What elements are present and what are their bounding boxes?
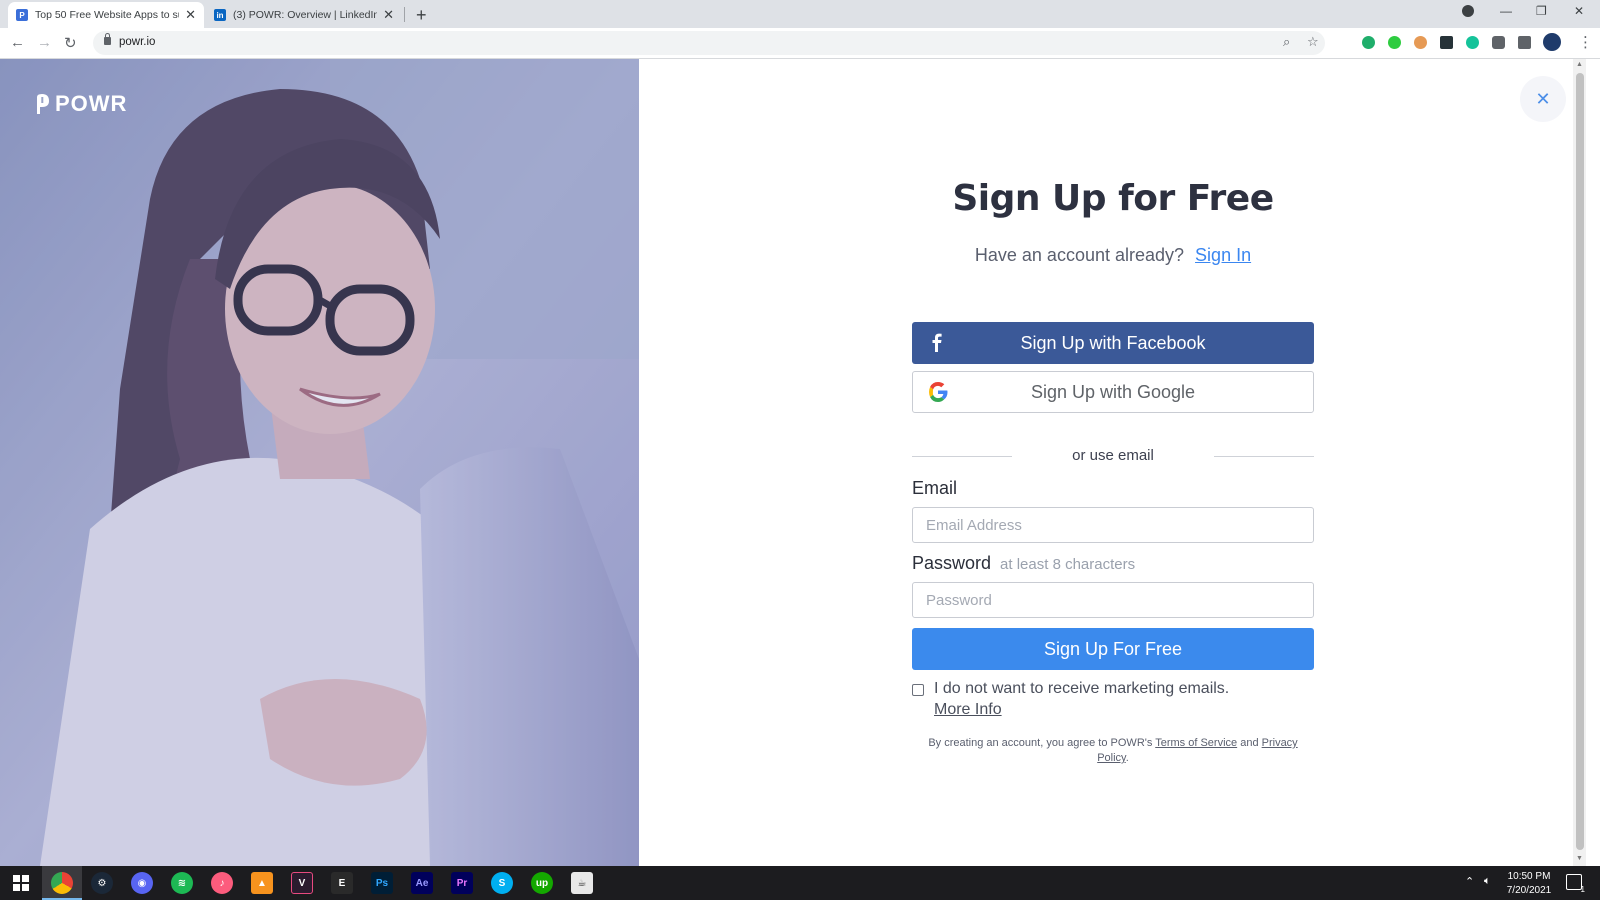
window-close-icon[interactable]: ✕ xyxy=(1574,4,1584,18)
discord-taskbar-icon[interactable]: ◉ xyxy=(131,872,153,894)
restore-icon[interactable]: ❐ xyxy=(1536,4,1547,18)
have-account-text: Have an account already? xyxy=(974,245,1185,265)
java-taskbar-icon[interactable]: ☕ xyxy=(571,872,593,894)
extension-download-icon[interactable] xyxy=(1440,36,1453,49)
google-icon xyxy=(929,382,948,402)
lock-icon xyxy=(104,33,111,45)
more-info-link[interactable]: More Info xyxy=(934,701,1002,719)
terms-notice: By creating an account, you agree to POW… xyxy=(912,736,1314,766)
facebook-button-label: Sign Up with Facebook xyxy=(1020,332,1206,353)
brand-name: POWR xyxy=(55,91,128,116)
premiere-taskbar-icon[interactable]: Pr xyxy=(451,872,473,894)
extension-grammarly-g-icon[interactable] xyxy=(1466,36,1479,49)
reload-icon[interactable]: ↻ xyxy=(64,34,77,52)
back-arrow-icon[interactable]: ← xyxy=(10,34,25,51)
password-label-row: Password at least 8 characters xyxy=(912,553,1135,574)
submit-button-label: Sign Up For Free xyxy=(1043,638,1183,659)
scroll-down-icon[interactable]: ▼ xyxy=(1576,855,1583,862)
password-hint: at least 8 characters xyxy=(1000,556,1136,573)
chrome-menu-icon[interactable]: ⋮ xyxy=(1578,33,1593,51)
page-scrollbar[interactable]: ▲ ▼ xyxy=(1573,59,1586,866)
zoom-icon[interactable]: ⌕ xyxy=(1283,34,1290,50)
notification-center-icon[interactable]: 1 xyxy=(1566,874,1585,894)
profile-avatar-icon[interactable] xyxy=(1543,33,1561,51)
email-label: Email xyxy=(912,478,958,498)
extensions-puzzle-icon[interactable] xyxy=(1492,36,1505,49)
url-text[interactable]: powr.io xyxy=(119,36,155,48)
bookmark-star-icon[interactable]: ☆ xyxy=(1307,34,1319,50)
facebook-signup-button[interactable]: Sign Up with Facebook xyxy=(912,322,1314,364)
hero-photo: POWR xyxy=(0,59,639,866)
browser-tab-linkedin[interactable]: in (3) POWR: Overview | LinkedIn ✕ xyxy=(206,2,402,28)
after-effects-taskbar-icon[interactable]: Ae xyxy=(411,872,433,894)
clock-time: 10:50 PM xyxy=(1507,871,1551,882)
email-field[interactable] xyxy=(912,507,1314,543)
volume-icon[interactable]: 🔈︎ xyxy=(1484,875,1491,888)
powr-favicon-icon: P xyxy=(16,9,28,21)
tab-separator xyxy=(404,7,405,22)
windows-taskbar: ⚙ ◉ ≋ ♪ ▲ V E Ps Ae Pr S up ☕ ⌃ 🔈︎ 10:50… xyxy=(0,866,1600,900)
taskbar-clock[interactable]: 10:50 PM 7/20/2021 xyxy=(1502,870,1556,898)
close-icon: ✕ xyxy=(1535,88,1551,109)
tab-title: (3) POWR: Overview | LinkedIn xyxy=(233,9,378,21)
browser-tab-active[interactable]: P Top 50 Free Website Apps to sup ✕ xyxy=(8,2,204,28)
password-field[interactable] xyxy=(912,582,1314,618)
minimize-icon[interactable]: — xyxy=(1500,4,1512,18)
terms-and: and xyxy=(1240,737,1259,749)
spotify-taskbar-icon[interactable]: ≋ xyxy=(171,872,193,894)
sign-up-submit-button[interactable]: Sign Up For Free xyxy=(912,628,1314,670)
extension-grammarly-icon[interactable] xyxy=(1362,36,1375,49)
tab-close-icon[interactable]: ✕ xyxy=(185,7,196,23)
terms-suffix: . xyxy=(1125,752,1129,764)
google-signup-button[interactable]: Sign Up with Google xyxy=(912,371,1314,413)
new-tab-plus-icon[interactable]: + xyxy=(416,5,427,26)
signup-form: Sign Up for Free Have an account already… xyxy=(912,178,1314,764)
clock-date: 7/20/2021 xyxy=(1506,885,1552,896)
or-divider: or use email xyxy=(912,447,1314,465)
steam-taskbar-icon[interactable]: ⚙ xyxy=(91,872,113,894)
upwork-taskbar-icon[interactable]: up xyxy=(531,872,553,894)
profile-dropdown-icon[interactable] xyxy=(1462,5,1474,17)
tab-close-icon[interactable]: ✕ xyxy=(383,7,394,23)
marketing-optout-label: I do not want to receive marketing email… xyxy=(934,680,1230,697)
forward-arrow-icon[interactable]: → xyxy=(37,34,52,51)
browser-tab-bar: P Top 50 Free Website Apps to sup ✕ in (… xyxy=(0,0,1600,28)
woman-at-laptop-illustration xyxy=(0,59,639,866)
page-title: Sign Up for Free xyxy=(952,178,1274,219)
terms-prefix: By creating an account, you agree to POW… xyxy=(928,737,1153,749)
notification-count: 1 xyxy=(1580,885,1585,894)
marketing-optout-checkbox[interactable] xyxy=(912,684,924,696)
reading-list-icon[interactable] xyxy=(1518,36,1531,49)
have-account-line: Have an account already? Sign In xyxy=(912,245,1314,266)
epic-games-taskbar-icon[interactable]: E xyxy=(331,872,353,894)
tray-chevron-icon[interactable]: ⌃ xyxy=(1465,875,1474,888)
chrome-taskbar-icon[interactable] xyxy=(51,872,73,894)
close-button[interactable]: ✕ xyxy=(1520,76,1566,122)
vectornator-taskbar-icon[interactable]: V xyxy=(291,872,313,894)
photoshop-taskbar-icon[interactable]: Ps xyxy=(371,872,393,894)
terms-of-service-link[interactable]: Terms of Service xyxy=(1155,737,1237,749)
browser-toolbar: ← → ↻ powr.io ⌕ ☆ ⋮ xyxy=(0,28,1600,59)
extension-green-icon[interactable] xyxy=(1388,36,1401,49)
password-label: Password xyxy=(912,553,992,573)
extension-orange-icon[interactable] xyxy=(1414,36,1427,49)
app-orange-taskbar-icon[interactable]: ▲ xyxy=(251,872,273,894)
skype-taskbar-icon[interactable]: S xyxy=(491,872,513,894)
address-bar[interactable]: powr.io ⌕ ☆ xyxy=(93,31,1325,55)
facebook-icon xyxy=(932,333,942,352)
scrollbar-thumb[interactable] xyxy=(1576,73,1584,850)
powr-logo[interactable]: POWR xyxy=(34,91,127,117)
linkedin-favicon-icon: in xyxy=(214,9,226,21)
google-button-label: Sign Up with Google xyxy=(1030,381,1196,402)
powr-logo-icon xyxy=(37,94,49,114)
divider-line-right xyxy=(1214,456,1314,457)
windows-start-icon[interactable] xyxy=(10,872,32,894)
sign-in-link[interactable]: Sign In xyxy=(1195,245,1251,265)
itunes-taskbar-icon[interactable]: ♪ xyxy=(211,872,233,894)
scroll-up-icon[interactable]: ▲ xyxy=(1576,61,1583,68)
tab-title: Top 50 Free Website Apps to sup xyxy=(35,9,180,21)
